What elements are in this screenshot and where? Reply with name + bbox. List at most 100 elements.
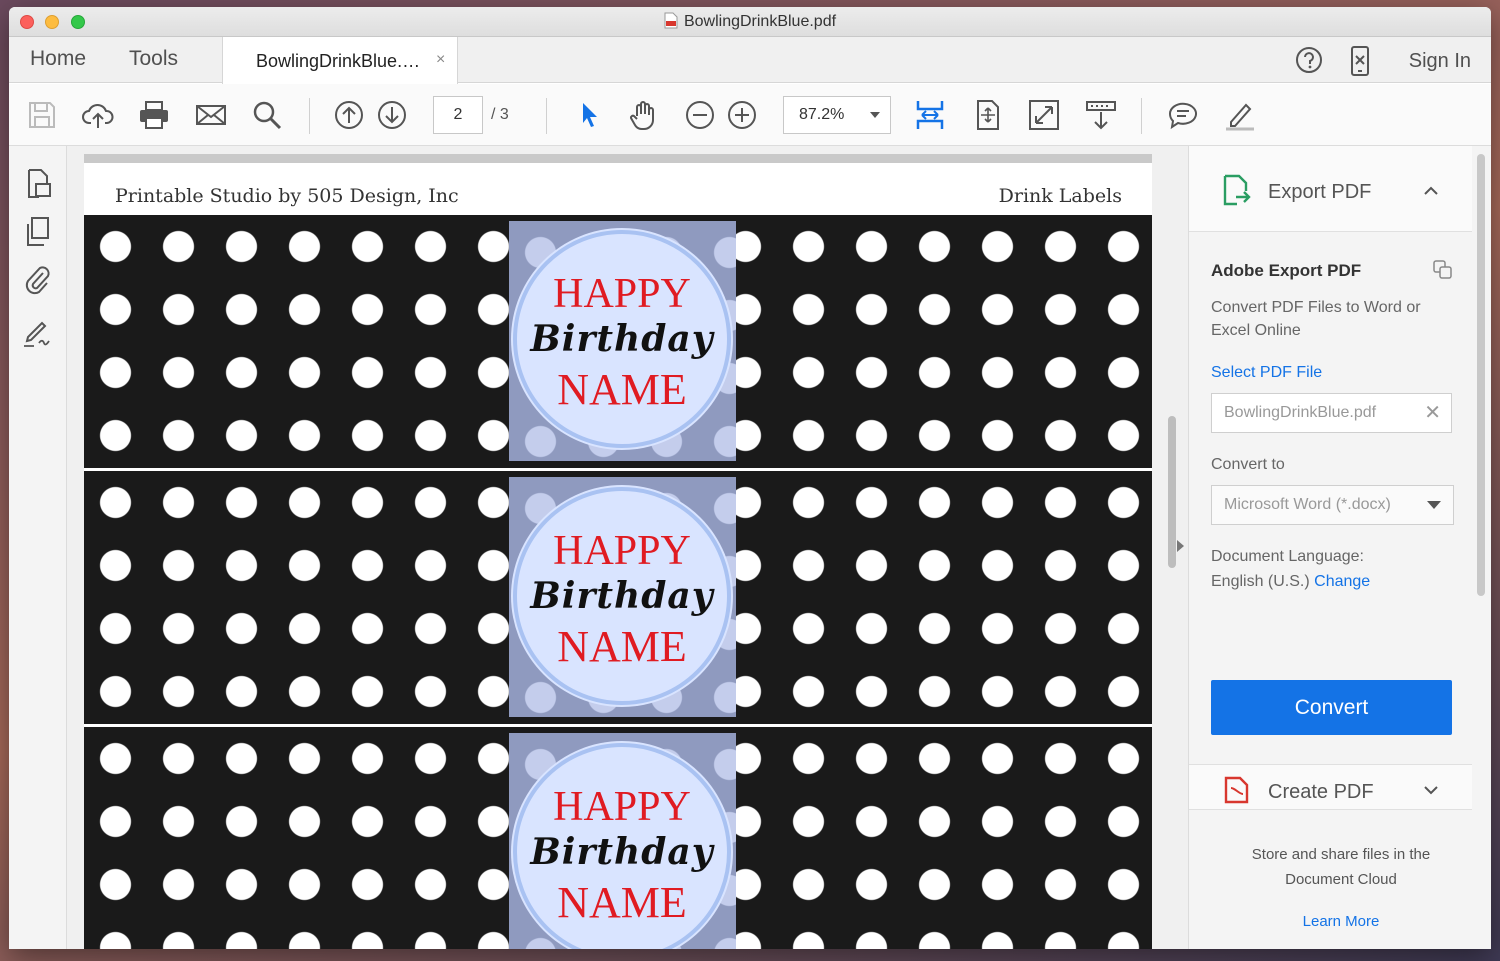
app-window: BowlingDrinkBlue.pdf Home Tools BowlingD… — [9, 7, 1491, 949]
label-birthday-text: Birthday — [530, 575, 714, 617]
zoom-out-button[interactable] — [683, 98, 717, 132]
highlight-button[interactable] — [1223, 98, 1257, 132]
chevron-down-icon — [1427, 501, 1441, 509]
document-cloud-text: Store and share files in the Document Cl… — [1251, 846, 1431, 888]
chevron-up-icon[interactable] — [1424, 186, 1438, 196]
pdf-file-icon — [664, 12, 678, 29]
save-button[interactable] — [25, 98, 59, 132]
hand-icon — [630, 101, 654, 131]
search-icon — [253, 101, 282, 130]
label-happy-text: HAPPY — [553, 271, 691, 317]
printer-icon — [140, 101, 168, 129]
label-medallion: HAPPY Birthday NAME — [513, 743, 731, 949]
page-header-right: Drink Labels — [998, 185, 1122, 207]
search-button[interactable] — [250, 98, 284, 132]
tools-pane: Export PDF Adobe Export PDF Convert PDF … — [1188, 146, 1491, 949]
adobe-export-title: Adobe Export PDF — [1211, 261, 1362, 280]
create-pdf-header[interactable]: Create PDF — [1189, 764, 1472, 810]
convert-format-select[interactable]: Microsoft Word (*.docx) — [1211, 485, 1454, 525]
document-language-value: English (U.S.) — [1211, 573, 1310, 590]
select-pdf-file-link[interactable]: Select PDF File — [1211, 364, 1322, 382]
chevron-down-icon[interactable] — [1424, 785, 1438, 795]
previous-page-button[interactable] — [332, 98, 366, 132]
fit-width-button[interactable] — [913, 98, 947, 132]
print-button[interactable] — [137, 98, 171, 132]
tab-tools[interactable]: Tools — [129, 47, 178, 71]
attachment-paperclip-icon[interactable] — [21, 263, 55, 297]
document-tab-label: BowlingDrinkBlue.… — [256, 51, 421, 71]
close-tab-icon[interactable]: × — [436, 51, 445, 69]
page-thumbnails-icon[interactable] — [21, 167, 55, 201]
change-language-link[interactable]: Change — [1314, 573, 1370, 590]
fit-page-button[interactable] — [971, 98, 1005, 132]
toolbar-divider — [1141, 98, 1142, 134]
main-toolbar: 2 / 3 87.2% — [9, 84, 1491, 146]
label-medallion: HAPPY Birthday NAME — [513, 230, 731, 448]
arrow-up-circle-icon — [335, 101, 363, 129]
learn-more-link[interactable]: Learn More — [1219, 913, 1463, 930]
full-screen-icon — [1029, 100, 1059, 130]
zoom-in-button[interactable] — [725, 98, 759, 132]
zoom-level-select[interactable]: 87.2% — [783, 96, 891, 134]
copy-pages-icon[interactable] — [21, 215, 55, 249]
page-number-input[interactable]: 2 — [433, 96, 483, 134]
document-language-row: English (U.S.) Change — [1211, 569, 1370, 594]
export-pdf-icon — [1223, 174, 1251, 206]
scroll-mode-icon — [1086, 101, 1116, 130]
full-screen-button[interactable] — [1027, 98, 1061, 132]
tab-home[interactable]: Home — [30, 47, 86, 71]
fit-page-icon — [977, 100, 999, 130]
comment-button[interactable] — [1166, 98, 1200, 132]
envelope-icon — [196, 105, 226, 125]
plus-circle-icon — [728, 101, 756, 129]
panel-scrollbar-thumb[interactable] — [1477, 154, 1485, 596]
document-scrollbar-thumb[interactable] — [1168, 416, 1176, 568]
cursor-arrow-icon — [583, 103, 597, 127]
label-birthday-text: Birthday — [530, 318, 714, 360]
page-total: / 3 — [491, 106, 509, 123]
next-page-button[interactable] — [375, 98, 409, 132]
translate-icon[interactable] — [1432, 259, 1454, 281]
pdf-page: Printable Studio by 505 Design, Inc Drin… — [84, 163, 1152, 949]
export-pdf-title: Export PDF — [1268, 181, 1372, 203]
label-name-text: NAME — [557, 622, 687, 671]
upload-cloud-button[interactable] — [81, 98, 115, 132]
convert-format-value: Microsoft Word (*.docx) — [1224, 496, 1391, 513]
select-tool-button[interactable] — [572, 98, 606, 132]
fit-width-icon — [916, 101, 944, 129]
mobile-link-icon[interactable] — [1347, 45, 1373, 77]
toolbar-divider — [546, 98, 547, 134]
minus-circle-icon — [686, 101, 714, 129]
chevron-down-icon — [870, 112, 880, 118]
scroll-mode-button[interactable] — [1084, 98, 1118, 132]
selected-file-field[interactable]: BowlingDrinkBlue.pdf ✕ — [1211, 393, 1452, 433]
convert-button[interactable]: Convert — [1211, 680, 1452, 735]
sign-in-link[interactable]: Sign In — [1409, 50, 1471, 73]
pen-highlight-icon — [1226, 103, 1254, 131]
convert-to-label: Convert to — [1211, 456, 1285, 473]
tab-document[interactable]: BowlingDrinkBlue.… × — [222, 37, 458, 84]
email-button[interactable] — [194, 98, 228, 132]
clear-file-icon[interactable]: ✕ — [1424, 394, 1441, 432]
create-pdf-title: Create PDF — [1268, 781, 1374, 803]
window-title: BowlingDrinkBlue.pdf — [9, 12, 1491, 31]
sign-pen-icon[interactable] — [21, 315, 55, 349]
save-icon — [29, 102, 55, 128]
left-rail — [9, 146, 67, 949]
comment-bubble-icon — [1168, 102, 1197, 130]
arrow-down-circle-icon — [378, 101, 406, 129]
label-name-text: NAME — [557, 365, 687, 414]
export-pdf-header[interactable]: Export PDF — [1189, 146, 1472, 232]
cloud-upload-icon — [82, 104, 114, 128]
label-happy-text: HAPPY — [553, 528, 691, 574]
label-happy-text: HAPPY — [553, 784, 691, 830]
label-birthday-text: Birthday — [530, 831, 714, 873]
create-pdf-icon — [1224, 776, 1249, 804]
document-viewer: Printable Studio by 505 Design, Inc Drin… — [67, 146, 1188, 949]
document-language-label: Document Language: — [1211, 548, 1364, 565]
window-title-text: BowlingDrinkBlue.pdf — [683, 13, 837, 30]
hand-tool-button[interactable] — [627, 98, 661, 132]
help-icon[interactable] — [1294, 45, 1324, 75]
label-name-text: NAME — [557, 878, 687, 927]
collapse-right-panel-icon[interactable] — [1177, 540, 1184, 552]
